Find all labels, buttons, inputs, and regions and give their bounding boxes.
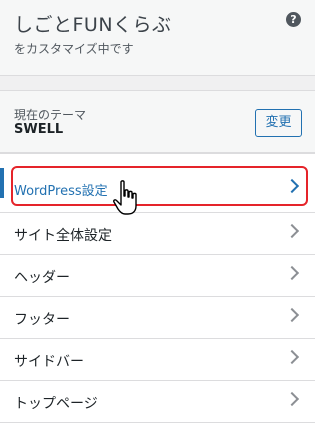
chevron-right-icon (284, 265, 300, 281)
menu-item-wordpress-settings[interactable]: WordPress設定 (0, 153, 315, 213)
help-icon[interactable]: ? (286, 12, 301, 27)
site-title: しごとFUNくらぶ (14, 14, 172, 36)
chevron-right-icon (284, 307, 300, 323)
current-theme-panel: 現在のテーマ SWELL 変更 (0, 91, 315, 153)
customizer-header: しごとFUNくらぶ をカスタマイズ中です ? (0, 0, 315, 75)
menu-item-label: ヘッダー (14, 270, 70, 286)
chevron-right-icon (284, 391, 300, 407)
current-theme-label: 現在のテーマ (14, 108, 87, 122)
chevron-right-icon (284, 349, 300, 365)
chevron-right-icon (284, 178, 300, 194)
menu-item-label: フッター (14, 312, 70, 328)
hand-pointer-icon (113, 180, 137, 215)
customizing-subtitle: をカスタマイズ中です (14, 42, 134, 56)
active-indicator (0, 168, 4, 198)
section-separator (0, 75, 315, 91)
change-theme-button[interactable]: 変更 (255, 109, 302, 137)
menu-item-label: サイドバー (14, 354, 84, 370)
menu-item-label: WordPress設定 (14, 184, 108, 199)
menu-item-header[interactable]: ヘッダー (0, 255, 315, 297)
menu-item-label: トップページ (14, 396, 98, 412)
menu-item-sidebar[interactable]: サイドバー (0, 339, 315, 381)
menu-item-label: サイト全体設定 (14, 228, 112, 244)
menu-item-site-settings[interactable]: サイト全体設定 (0, 213, 315, 255)
customizer-menu: WordPress設定 サイト全体設定 ヘッダー フッター サイドバー トップペ… (0, 153, 315, 423)
menu-item-footer[interactable]: フッター (0, 297, 315, 339)
current-theme-name: SWELL (14, 122, 64, 137)
chevron-right-icon (284, 223, 300, 239)
menu-item-top-page[interactable]: トップページ (0, 381, 315, 423)
